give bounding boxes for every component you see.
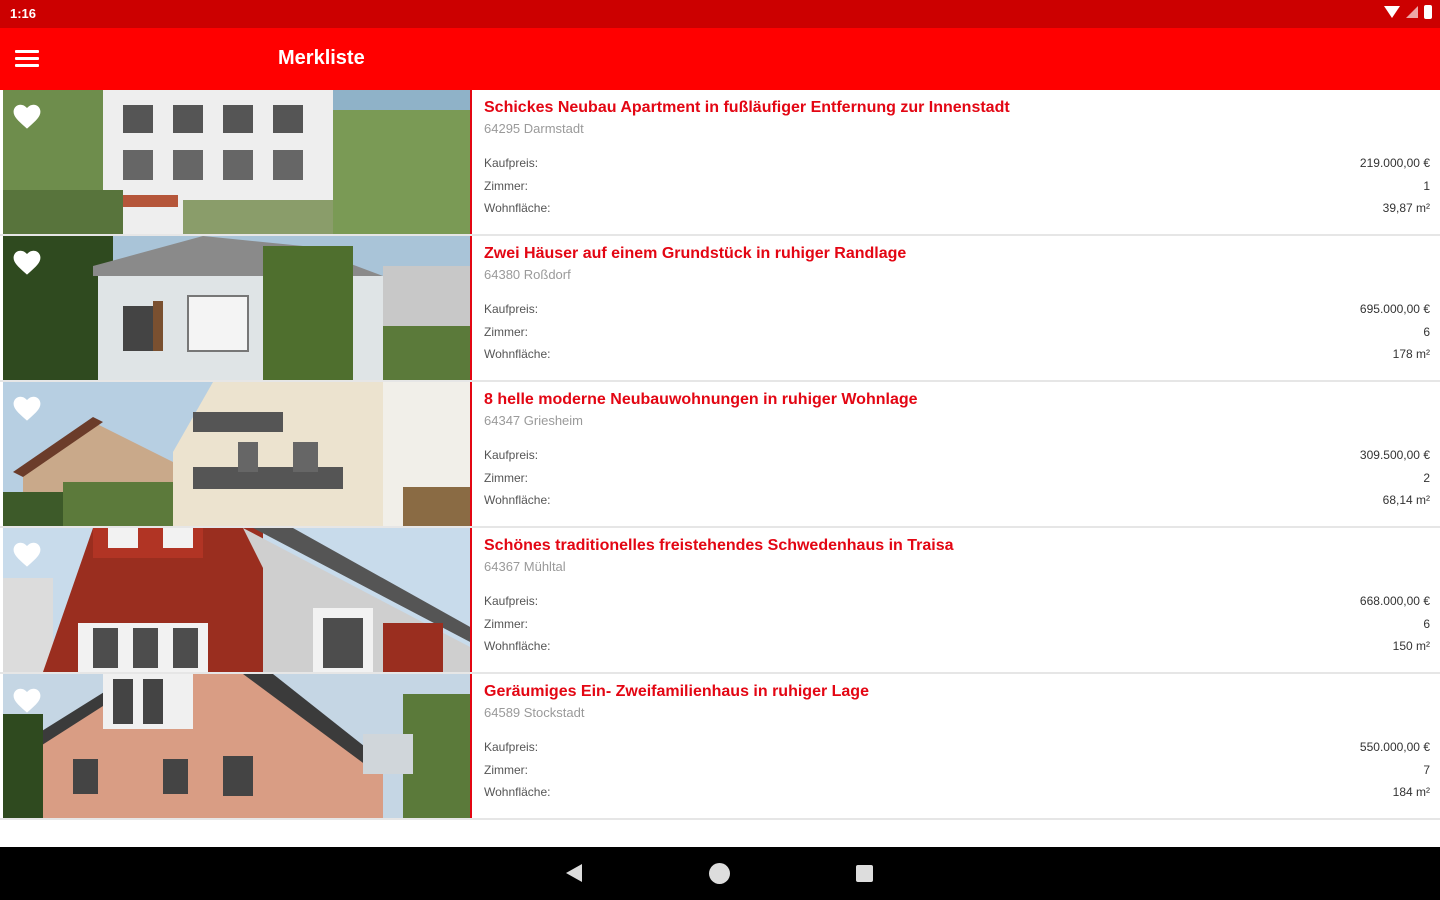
price-row: Kaufpreis: 219.000,00 € (484, 152, 1430, 175)
price-value: 219.000,00 € (1359, 156, 1430, 170)
listing-location: 64380 Roßdorf (484, 267, 571, 282)
status-bar: 1:16 (0, 0, 1440, 28)
rooms-row: Zimmer: 7 (484, 759, 1430, 782)
area-value: 150 m² (1392, 639, 1430, 653)
area-value: 39,87 m² (1382, 201, 1430, 215)
price-label: Kaufpreis: (484, 740, 539, 754)
listing-details: Kaufpreis: 219.000,00 € Zimmer: 1 Wohnfl… (484, 152, 1430, 220)
listing-info: Geräumiges Ein- Zweifamilienhaus in ruhi… (484, 682, 1430, 818)
area-row: Wohnfläche: 184 m² (484, 781, 1430, 804)
app-bar: Merkliste (0, 28, 1440, 90)
listing-item[interactable]: Zwei Häuser auf einem Grundstück in ruhi… (0, 236, 1440, 382)
rooms-label: Zimmer: (484, 324, 528, 339)
listing-photo (3, 674, 472, 818)
rooms-value: 7 (1423, 762, 1430, 777)
listing-location: 64347 Griesheim (484, 413, 583, 428)
system-nav-bar (0, 847, 1440, 900)
area-value: 68,14 m² (1382, 493, 1430, 507)
price-value: 309.500,00 € (1359, 448, 1430, 462)
rooms-value: 2 (1423, 470, 1430, 485)
listing-title[interactable]: Schönes traditionelles freistehendes Sch… (484, 536, 1430, 556)
heart-icon[interactable] (13, 688, 41, 714)
area-label: Wohnfläche: (484, 785, 551, 799)
listing-details: Kaufpreis: 668.000,00 € Zimmer: 6 Wohnfl… (484, 590, 1430, 658)
wifi-icon (1384, 6, 1400, 18)
price-value: 695.000,00 € (1359, 302, 1430, 316)
listing-title[interactable]: Zwei Häuser auf einem Grundstück in ruhi… (484, 244, 1430, 264)
listing-photo (3, 528, 472, 672)
listing-location: 64589 Stockstadt (484, 705, 585, 720)
area-row: Wohnfläche: 150 m² (484, 635, 1430, 658)
area-label: Wohnfläche: (484, 201, 551, 215)
price-label: Kaufpreis: (484, 594, 539, 608)
listing-title[interactable]: Schickes Neubau Apartment in fußläufiger… (484, 98, 1430, 118)
rooms-row: Zimmer: 2 (484, 467, 1430, 490)
page-title: Merkliste (278, 47, 365, 69)
listing-item[interactable]: Geräumiges Ein- Zweifamilienhaus in ruhi… (0, 674, 1440, 820)
listing-details: Kaufpreis: 695.000,00 € Zimmer: 6 Wohnfl… (484, 298, 1430, 366)
price-value: 668.000,00 € (1359, 594, 1430, 608)
rooms-value: 1 (1423, 178, 1430, 193)
listing-location: 64295 Darmstadt (484, 121, 584, 136)
price-row: Kaufpreis: 668.000,00 € (484, 590, 1430, 613)
listing-info: Zwei Häuser auf einem Grundstück in ruhi… (484, 244, 1430, 380)
price-row: Kaufpreis: 309.500,00 € (484, 444, 1430, 467)
heart-icon[interactable] (13, 104, 41, 130)
price-row: Kaufpreis: 695.000,00 € (484, 298, 1430, 321)
rooms-label: Zimmer: (484, 178, 528, 193)
battery-icon (1424, 5, 1432, 19)
price-label: Kaufpreis: (484, 302, 539, 316)
heart-icon[interactable] (13, 250, 41, 276)
watchlist: Schickes Neubau Apartment in fußläufiger… (0, 90, 1440, 820)
rooms-row: Zimmer: 1 (484, 175, 1430, 198)
listing-title[interactable]: 8 helle moderne Neubauwohnungen in ruhig… (484, 390, 1430, 410)
listing-info: 8 helle moderne Neubauwohnungen in ruhig… (484, 390, 1430, 526)
area-label: Wohnfläche: (484, 639, 551, 653)
area-value: 184 m² (1392, 785, 1430, 799)
listing-photo (3, 236, 472, 380)
listing-photo (3, 382, 472, 526)
signal-icon (1406, 6, 1418, 18)
rooms-label: Zimmer: (484, 616, 528, 631)
price-label: Kaufpreis: (484, 156, 539, 170)
price-row: Kaufpreis: 550.000,00 € (484, 736, 1430, 759)
heart-icon[interactable] (13, 542, 41, 568)
area-row: Wohnfläche: 68,14 m² (484, 489, 1430, 512)
listing-photo (3, 90, 472, 234)
listing-item[interactable]: Schickes Neubau Apartment in fußläufiger… (0, 90, 1440, 236)
home-icon[interactable] (709, 863, 730, 884)
recent-apps-icon[interactable] (856, 865, 873, 882)
price-value: 550.000,00 € (1359, 740, 1430, 754)
listing-details: Kaufpreis: 309.500,00 € Zimmer: 2 Wohnfl… (484, 444, 1430, 512)
rooms-label: Zimmer: (484, 470, 528, 485)
listing-item[interactable]: 8 helle moderne Neubauwohnungen in ruhig… (0, 382, 1440, 528)
listing-item[interactable]: Schönes traditionelles freistehendes Sch… (0, 528, 1440, 674)
rooms-label: Zimmer: (484, 762, 528, 777)
listing-location: 64367 Mühltal (484, 559, 566, 574)
listing-info: Schönes traditionelles freistehendes Sch… (484, 536, 1430, 672)
area-label: Wohnfläche: (484, 493, 551, 507)
rooms-row: Zimmer: 6 (484, 321, 1430, 344)
back-icon[interactable] (566, 864, 582, 882)
listing-details: Kaufpreis: 550.000,00 € Zimmer: 7 Wohnfl… (484, 736, 1430, 804)
status-time: 1:16 (10, 6, 37, 21)
listing-info: Schickes Neubau Apartment in fußläufiger… (484, 98, 1430, 234)
price-label: Kaufpreis: (484, 448, 539, 462)
area-row: Wohnfläche: 39,87 m² (484, 197, 1430, 220)
area-row: Wohnfläche: 178 m² (484, 343, 1430, 366)
rooms-value: 6 (1423, 324, 1430, 339)
area-value: 178 m² (1392, 347, 1430, 361)
area-label: Wohnfläche: (484, 347, 551, 361)
heart-icon[interactable] (13, 396, 41, 422)
rooms-row: Zimmer: 6 (484, 613, 1430, 636)
menu-icon[interactable] (15, 50, 39, 68)
listing-title[interactable]: Geräumiges Ein- Zweifamilienhaus in ruhi… (484, 682, 1430, 702)
rooms-value: 6 (1423, 616, 1430, 631)
status-icons (1384, 5, 1432, 19)
